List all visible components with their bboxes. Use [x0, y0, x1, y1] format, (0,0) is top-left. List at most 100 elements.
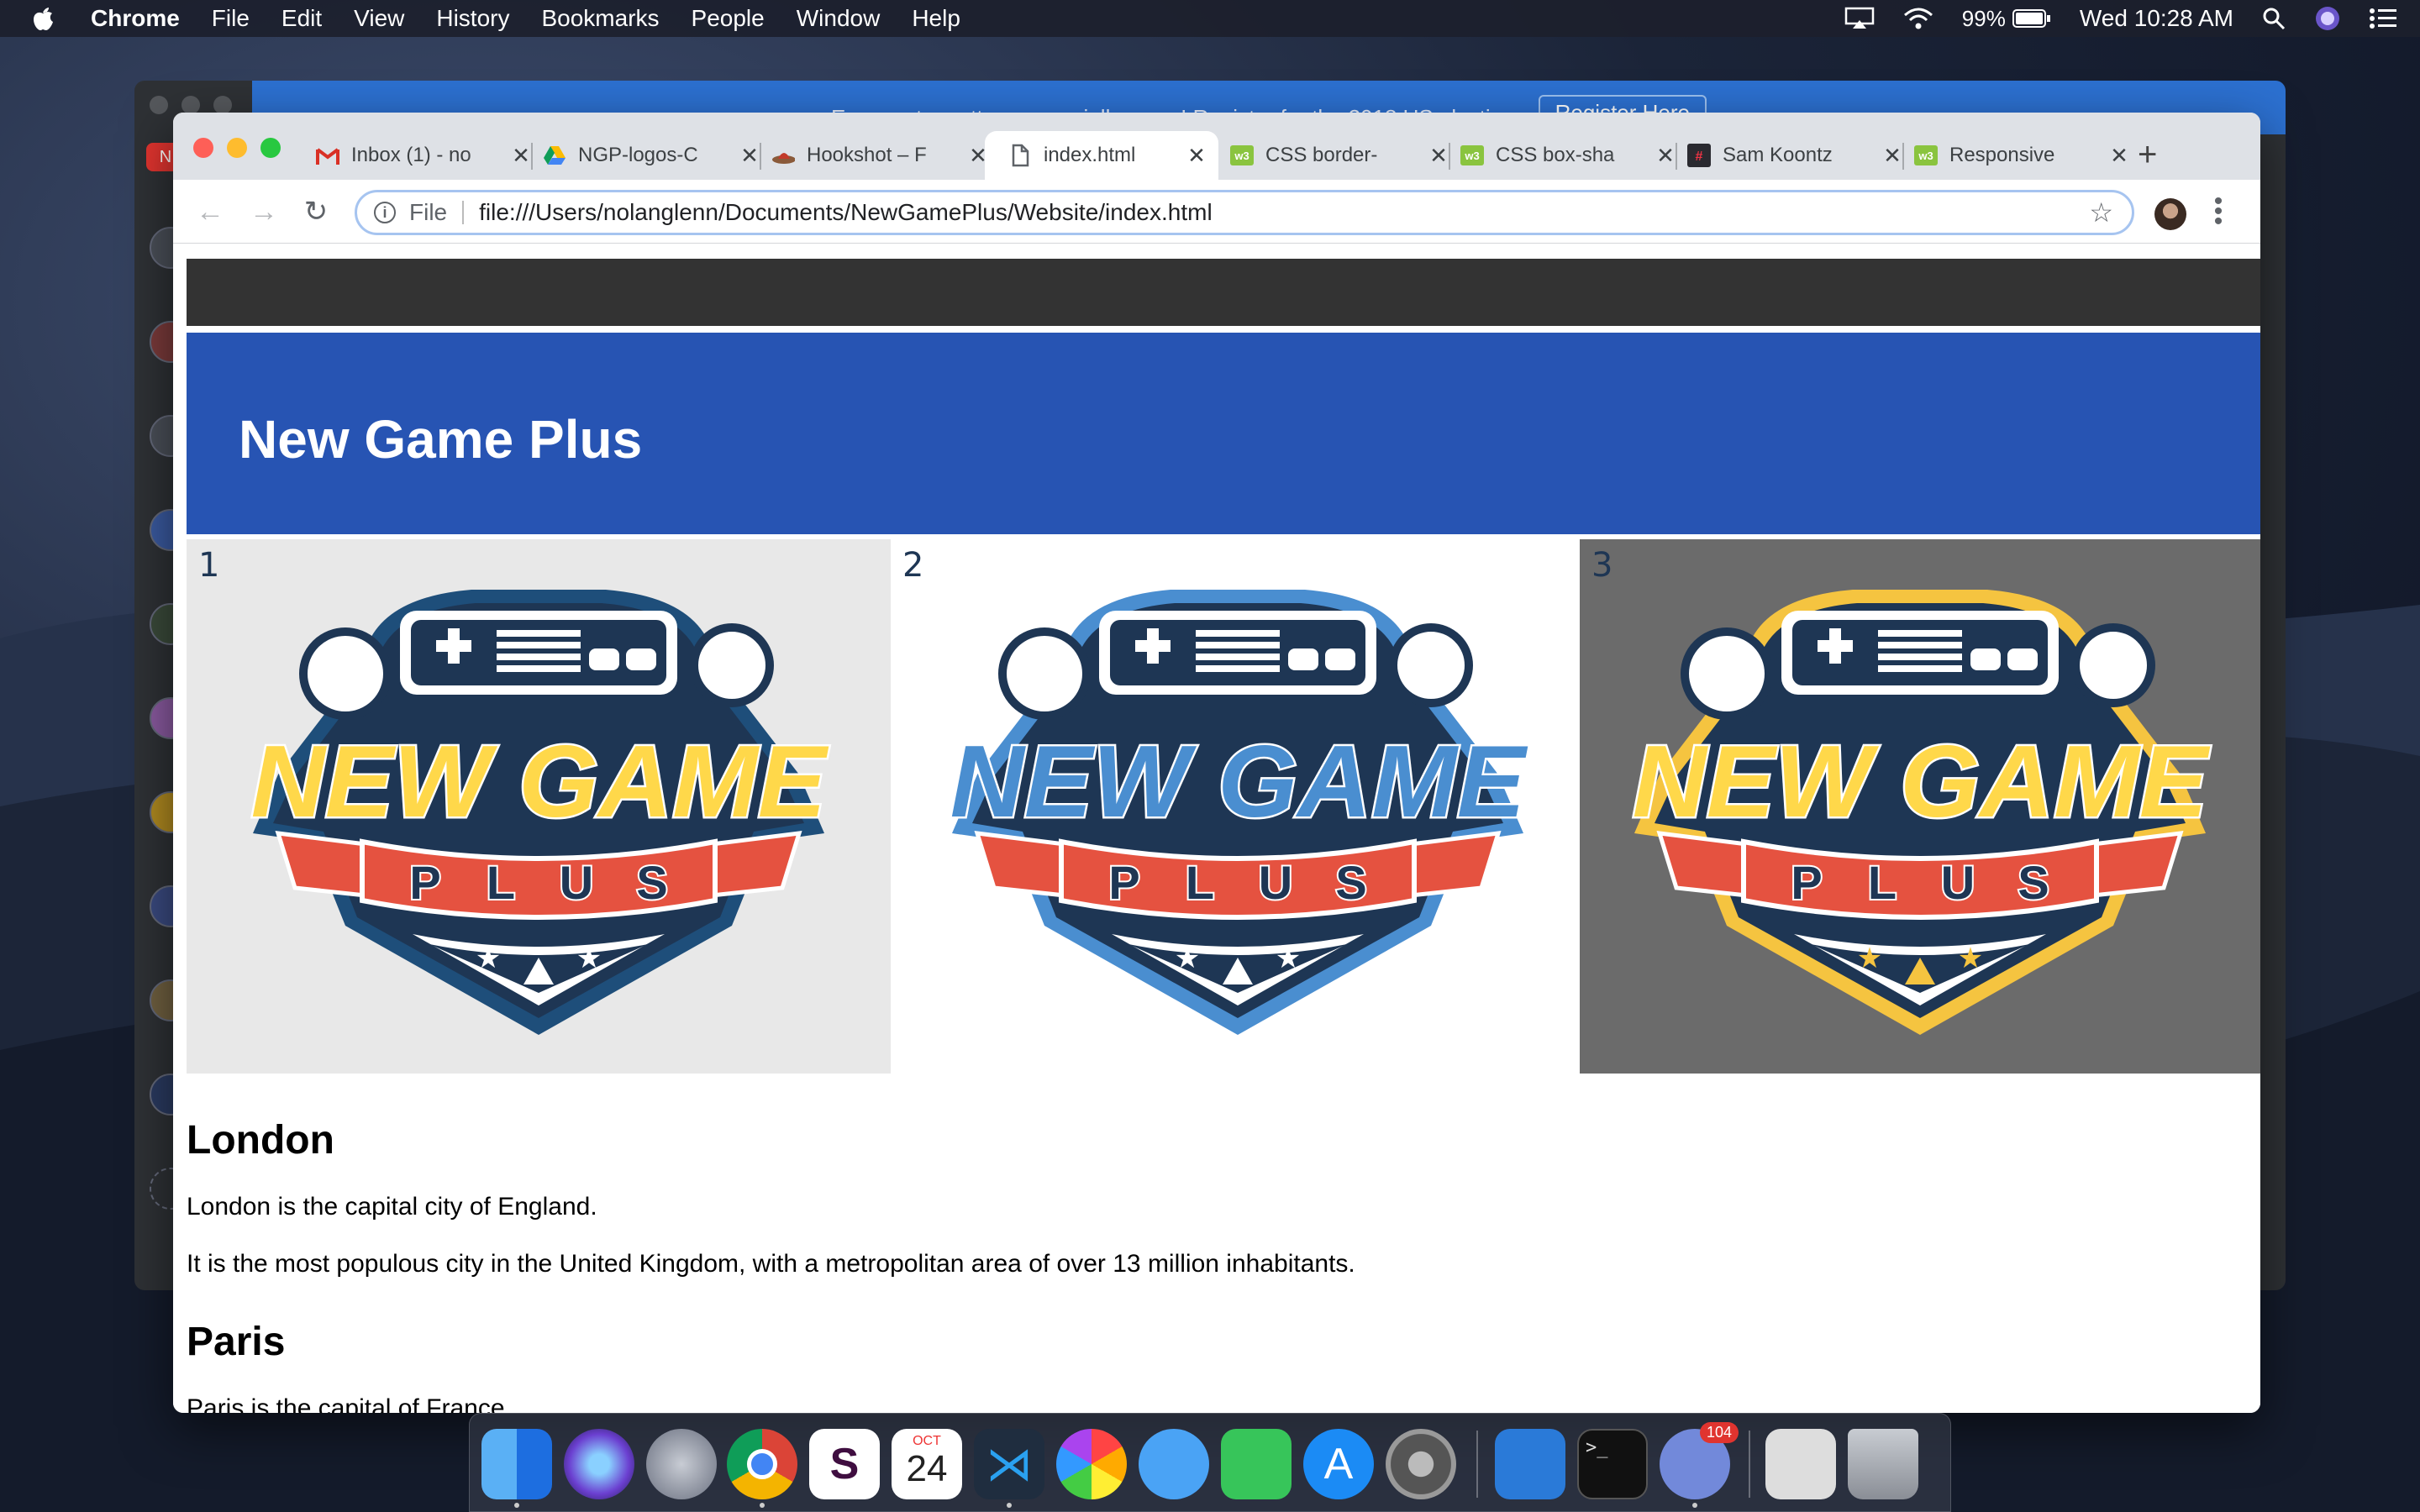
logo-text-plus-letter: U [1259, 856, 1292, 909]
tab-inbox[interactable]: Inbox (1) - no ✕ [316, 131, 531, 180]
close-tab-icon[interactable]: ✕ [511, 143, 531, 169]
tab-css-box-shadow[interactable]: w3 CSS box-sha ✕ [1460, 131, 1676, 180]
menu-people[interactable]: People [692, 5, 765, 32]
tab-css-border[interactable]: w3 CSS border- ✕ [1230, 131, 1449, 180]
section-paragraph: Paris is the capital of France. [187, 1394, 512, 1413]
hookshot-icon [771, 144, 795, 167]
new-game-plus-logo: NEW GAME P L U S ★ ★ [249, 590, 831, 1035]
tab-hookshot[interactable]: Hookshot – F ✕ [771, 131, 988, 180]
finder-icon[interactable] [481, 1429, 552, 1499]
info-icon[interactable]: i [374, 202, 396, 223]
logo-text-plus-letter: P [1791, 856, 1822, 909]
menu-app-name[interactable]: Chrome [91, 5, 180, 32]
apple-icon[interactable] [32, 6, 54, 31]
new-tab-button[interactable]: + [2138, 138, 2157, 171]
discord-badge: 104 [1699, 1422, 1739, 1443]
forward-arrow-icon[interactable]: → [247, 195, 281, 228]
gmail-icon [316, 144, 339, 167]
menu-window[interactable]: Window [797, 5, 881, 32]
notification-center-icon[interactable] [2370, 8, 2396, 29]
browser-toolbar: ← → ↻ i File file:///Users/nolanglenn/Do… [173, 180, 2260, 244]
wifi-icon[interactable] [1903, 7, 1933, 30]
tab-title: Inbox (1) - no [351, 144, 471, 166]
close-window-button[interactable] [193, 138, 213, 158]
svg-text:w3: w3 [1234, 150, 1249, 162]
address-scheme: File [409, 199, 448, 225]
trash-icon[interactable] [1848, 1429, 1918, 1499]
battery-icon[interactable] [2012, 8, 2051, 29]
chrome-menu-icon[interactable]: • • • [2210, 189, 2227, 234]
close-tab-icon[interactable]: ✕ [1882, 143, 1902, 169]
tab-index-html[interactable]: index.html ✕ [985, 131, 1218, 180]
tab-title: Hookshot – F [807, 144, 927, 166]
file-icon [1008, 144, 1032, 167]
bookmark-star-icon[interactable]: ☆ [2089, 197, 2113, 228]
xcode-icon[interactable] [1495, 1429, 1565, 1499]
close-tab-icon[interactable]: ✕ [739, 143, 760, 169]
system-preferences-icon[interactable] [1386, 1429, 1456, 1499]
menu-view[interactable]: View [354, 5, 404, 32]
tab-title: CSS border- [1265, 144, 1378, 166]
menu-history[interactable]: History [436, 5, 509, 32]
siri-icon[interactable] [564, 1429, 634, 1499]
close-tab-icon[interactable]: ✕ [2109, 143, 2129, 169]
logo-text-plus-letter: S [636, 856, 667, 909]
tab-title: index.html [1044, 144, 1136, 166]
tab-sam-koontz[interactable]: # Sam Koontz ✕ [1687, 131, 1902, 180]
airplay-icon[interactable] [1844, 7, 1875, 30]
facetime-icon[interactable] [1221, 1429, 1292, 1499]
photos-icon[interactable] [1056, 1429, 1127, 1499]
logo-text-new-game: NEW GAME [251, 724, 829, 838]
logo-panel-2: 2 NEW GAME P L U S ★ ★ [891, 539, 1585, 1074]
siri-icon[interactable] [2314, 5, 2341, 32]
tab-ngp-logos[interactable]: NGP-logos-C ✕ [543, 131, 760, 180]
menu-file[interactable]: File [212, 5, 250, 32]
profile-avatar[interactable] [2154, 198, 2186, 230]
reload-icon[interactable]: ↻ [299, 195, 333, 228]
zoom-window-button[interactable] [260, 138, 281, 158]
photo-booth-icon[interactable] [1765, 1429, 1836, 1499]
launchpad-icon[interactable] [646, 1429, 717, 1499]
svg-text:★: ★ [1958, 942, 1983, 974]
spotlight-icon[interactable] [2262, 7, 2286, 30]
dock: S OCT 24 ⋊ A >_ 104 [469, 1413, 1951, 1512]
battery-percent: 99% [1961, 5, 2006, 31]
address-bar[interactable]: i File file:///Users/nolanglenn/Document… [355, 190, 2134, 235]
logo-panel-1: 1 NEW GAME P L U S ★ ★ [187, 539, 891, 1074]
close-tab-icon[interactable]: ✕ [1655, 143, 1676, 169]
discord-icon[interactable]: 104 [1660, 1422, 1739, 1499]
minimize-window-button[interactable] [227, 138, 247, 158]
site-header: New Game Plus [187, 333, 2260, 534]
menu-help[interactable]: Help [912, 5, 960, 32]
logo-text-plus-letter: P [1108, 856, 1139, 909]
discord-server-list: N [134, 134, 192, 1277]
svg-text:★: ★ [1175, 942, 1200, 974]
menu-edit[interactable]: Edit [281, 5, 322, 32]
section-paragraph: It is the most populous city in the Unit… [187, 1250, 1355, 1278]
tab-title: Responsive [1949, 144, 2055, 166]
messages-icon[interactable] [1139, 1429, 1209, 1499]
terminal-icon[interactable]: >_ [1577, 1429, 1648, 1499]
close-tab-icon[interactable]: ✕ [1186, 143, 1207, 169]
bookmark-icon: # [1687, 144, 1711, 167]
chrome-icon[interactable] [727, 1429, 797, 1499]
close-tab-icon[interactable]: ✕ [1428, 143, 1449, 169]
logo-text-new-game: NEW GAME [1633, 724, 2211, 838]
menu-bookmarks[interactable]: Bookmarks [541, 5, 659, 32]
app-store-icon[interactable]: A [1303, 1429, 1374, 1499]
back-arrow-icon[interactable]: ← [193, 195, 227, 228]
svg-text:#: # [1696, 150, 1703, 164]
logo-text-new-game: NEW GAME [950, 724, 1528, 838]
address-url[interactable]: file:///Users/nolanglenn/Documents/NewGa… [479, 199, 1213, 226]
tab-responsive[interactable]: w3 Responsive ✕ [1914, 131, 2129, 180]
svg-text:★: ★ [1857, 942, 1882, 974]
slack-icon[interactable]: S [809, 1429, 880, 1499]
clock[interactable]: Wed 10:28 AM [2080, 5, 2233, 32]
section-heading: London [187, 1118, 334, 1163]
vscode-icon[interactable]: ⋊ [974, 1429, 1044, 1499]
svg-text:w3: w3 [1918, 150, 1933, 162]
svg-text:★: ★ [576, 942, 602, 974]
tab-strip: Inbox (1) - no ✕ NGP-logos-C ✕ Hookshot … [173, 113, 2260, 180]
back-window-controls [150, 96, 232, 114]
calendar-icon[interactable]: OCT 24 [892, 1429, 962, 1499]
